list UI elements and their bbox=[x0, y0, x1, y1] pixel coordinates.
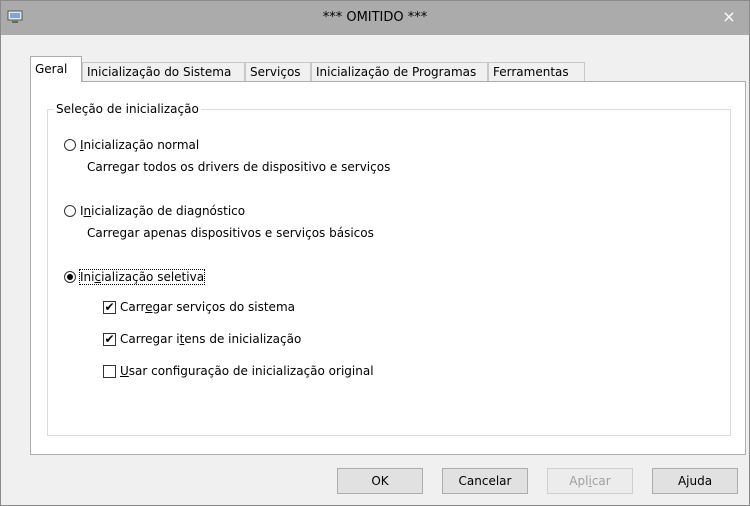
checkbox-load-startup-items[interactable]: ✔ Carregar itens de inicialização bbox=[103, 330, 301, 348]
radio-selective-startup[interactable]: Inicialização seletiva bbox=[64, 268, 206, 286]
tab-inicializacao-do-sistema[interactable]: Inicialização do Sistema bbox=[82, 62, 245, 81]
tab-geral[interactable]: Geral bbox=[30, 56, 82, 82]
normal-startup-description: Carregar todos os drivers de dispositivo… bbox=[87, 160, 391, 174]
tab-panel-geral: Seleção de inicialização Inicialização n… bbox=[30, 81, 746, 455]
close-icon[interactable]: × bbox=[717, 7, 741, 29]
radio-label: Inicialização seletiva bbox=[78, 269, 206, 285]
checkbox-checked[interactable]: ✔ bbox=[103, 332, 116, 346]
help-button[interactable]: Ajuda bbox=[652, 468, 738, 494]
radio-button-selected[interactable] bbox=[64, 271, 76, 283]
radio-diagnostic-startup[interactable]: Inicialização de diagnóstico bbox=[64, 202, 245, 220]
checkbox-checked[interactable]: ✔ bbox=[103, 300, 116, 314]
system-configuration-window: *** OMITIDO *** × Geral Inicialização do… bbox=[0, 0, 750, 506]
tab-ferramentas[interactable]: Ferramentas bbox=[488, 62, 585, 81]
radio-button[interactable] bbox=[64, 205, 76, 217]
title-bar[interactable]: *** OMITIDO *** × bbox=[1, 1, 749, 35]
tab-servicos[interactable]: Serviços bbox=[245, 62, 311, 81]
checkbox-use-original-boot-config[interactable]: Usar configuração de inicialização origi… bbox=[103, 362, 374, 380]
group-legend: Seleção de inicialização bbox=[56, 102, 199, 116]
cancel-button[interactable]: Cancelar bbox=[442, 468, 528, 494]
checkbox-label: Carregar itens de inicialização bbox=[120, 332, 302, 346]
radio-label: Inicialização de diagnóstico bbox=[80, 204, 246, 218]
checkbox-label: Carregar serviços do sistema bbox=[120, 300, 295, 314]
radio-button[interactable] bbox=[64, 139, 76, 151]
checkbox-unchecked[interactable] bbox=[103, 364, 116, 378]
radio-normal-startup[interactable]: Inicialização normal bbox=[64, 136, 199, 154]
checkbox-label: Usar configuração de inicialização origi… bbox=[120, 364, 374, 378]
window-title: *** OMITIDO *** bbox=[322, 10, 428, 25]
ok-button[interactable]: OK bbox=[337, 468, 423, 494]
diagnostic-startup-description: Carregar apenas dispositivos e serviços … bbox=[87, 226, 374, 240]
tab-inicializacao-de-programas[interactable]: Inicialização de Programas bbox=[311, 62, 488, 81]
apply-button[interactable]: Aplicar bbox=[547, 468, 633, 494]
startup-selection-group: Seleção de inicialização Inicialização n… bbox=[47, 102, 731, 436]
checkbox-load-system-services[interactable]: ✔ Carregar serviços do sistema bbox=[103, 298, 295, 316]
radio-label: Inicialização normal bbox=[80, 138, 200, 152]
